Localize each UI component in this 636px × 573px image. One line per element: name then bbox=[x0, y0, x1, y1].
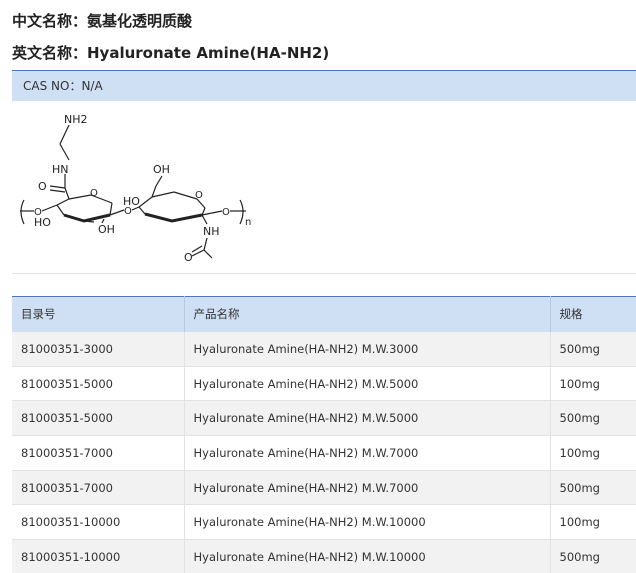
nh-label: NH bbox=[203, 225, 220, 238]
column-header-product-name: 产品名称 bbox=[184, 296, 551, 332]
specification-cell: 500mg bbox=[550, 470, 636, 506]
table-header-row: 目录号 产品名称 规格 bbox=[12, 296, 636, 332]
product-name-cell: Hyaluronate Amine(HA-NH2) M.W.5000 bbox=[184, 400, 551, 437]
english-name-title: 英文名称：Hyaluronate Amine(HA-NH2) bbox=[12, 44, 330, 62]
table-row: 81000351-5000 Hyaluronate Amine(HA-NH2) … bbox=[12, 400, 636, 437]
product-name-cell: Hyaluronate Amine(HA-NH2) M.W.7000 bbox=[184, 470, 551, 506]
product-table: 目录号 产品名称 规格 81000351-3000 Hyaluronate Am… bbox=[12, 296, 636, 573]
chemical-structure-image: NH2 HN O O OH HO HO OH O O O O NH O n bbox=[20, 113, 251, 264]
catalog-number-cell: 81000351-7000 bbox=[12, 435, 185, 471]
column-header-catalog-number: 目录号 bbox=[12, 296, 185, 332]
chinese-name-title: 中文名称：氨基化透明质酸 bbox=[12, 12, 193, 30]
product-name-cell: Hyaluronate Amine(HA-NH2) M.W.10000 bbox=[184, 539, 551, 573]
svg-text:O: O bbox=[124, 206, 132, 217]
table-row: 81000351-10000 Hyaluronate Amine(HA-NH2)… bbox=[12, 504, 636, 541]
ho-left-label: HO bbox=[34, 216, 51, 229]
product-name-cell: Hyaluronate Amine(HA-NH2) M.W.3000 bbox=[184, 331, 551, 367]
cas-number-bar: CAS NO：N/A bbox=[12, 70, 636, 101]
section-divider bbox=[12, 273, 636, 274]
oh-top-label: OH bbox=[153, 163, 170, 176]
catalog-number-cell: 81000351-5000 bbox=[12, 366, 185, 402]
acetyl-oxygen-label: O bbox=[184, 251, 193, 264]
cas-number-text: CAS NO：N/A bbox=[23, 79, 103, 93]
table-row: 81000351-7000 Hyaluronate Amine(HA-NH2) … bbox=[12, 470, 636, 506]
product-name-cell: Hyaluronate Amine(HA-NH2) M.W.10000 bbox=[184, 504, 551, 541]
specification-cell: 100mg bbox=[550, 435, 636, 471]
oh-bottom-label: OH bbox=[98, 223, 115, 236]
svg-text:O: O bbox=[90, 188, 98, 199]
catalog-number-cell: 81000351-5000 bbox=[12, 400, 185, 437]
catalog-number-cell: 81000351-10000 bbox=[12, 539, 185, 573]
carbonyl-oxygen-label: O bbox=[38, 180, 47, 193]
catalog-number-cell: 81000351-3000 bbox=[12, 331, 185, 367]
column-header-specification: 规格 bbox=[550, 296, 636, 332]
table-row: 81000351-3000 Hyaluronate Amine(HA-NH2) … bbox=[12, 331, 636, 367]
table-row: 81000351-10000 Hyaluronate Amine(HA-NH2)… bbox=[12, 539, 636, 573]
catalog-number-cell: 81000351-7000 bbox=[12, 470, 185, 506]
catalog-number-cell: 81000351-10000 bbox=[12, 504, 185, 541]
product-name-cell: Hyaluronate Amine(HA-NH2) M.W.5000 bbox=[184, 366, 551, 402]
specification-cell: 500mg bbox=[550, 539, 636, 573]
specification-cell: 100mg bbox=[550, 366, 636, 402]
hn-label: HN bbox=[52, 163, 69, 176]
repeat-unit-n-label: n bbox=[245, 217, 251, 228]
nh2-label: NH2 bbox=[64, 113, 88, 126]
specification-cell: 100mg bbox=[550, 504, 636, 541]
product-name-cell: Hyaluronate Amine(HA-NH2) M.W.7000 bbox=[184, 435, 551, 471]
svg-text:O: O bbox=[222, 207, 230, 218]
specification-cell: 500mg bbox=[550, 331, 636, 367]
specification-cell: 500mg bbox=[550, 400, 636, 437]
svg-text:O: O bbox=[195, 190, 203, 201]
table-row: 81000351-7000 Hyaluronate Amine(HA-NH2) … bbox=[12, 435, 636, 471]
table-row: 81000351-5000 Hyaluronate Amine(HA-NH2) … bbox=[12, 366, 636, 402]
